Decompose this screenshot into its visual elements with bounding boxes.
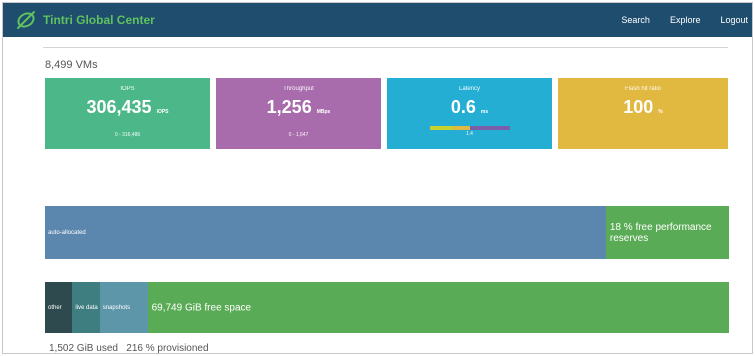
free-space-segment[interactable]: 69,749 GiB free space (147, 282, 729, 333)
free-space-label: 69,749 GiB free space (151, 302, 252, 313)
auto-allocated-label: auto-allocated (48, 229, 86, 236)
throughput-number: 1,256 (266, 97, 312, 117)
snapshots-label: snapshots (102, 304, 131, 311)
live-data-segment[interactable]: live data (72, 282, 100, 333)
used-space-text: 1,502 GiB used (49, 343, 118, 354)
provisioned-text: 216 % provisioned (126, 343, 209, 354)
nav-explore-link[interactable]: Explore (670, 15, 701, 25)
throughput-label: Throughput (283, 86, 314, 92)
flash-hit-ratio-unit: % (658, 109, 663, 115)
latency-number: 0.6 (450, 97, 476, 117)
tintri-logo-icon (17, 11, 35, 29)
latency-gauge-low (429, 126, 454, 130)
flash-hit-ratio-number: 100 (623, 97, 654, 117)
throughput-card[interactable]: Throughput 1,256 MBps 0 - 1,647 (216, 78, 381, 149)
free-performance-reserves-label: 18 % free performance reserves (609, 221, 712, 244)
iops-range: 0 - 316,486 (114, 132, 141, 138)
iops-card[interactable]: IOPS 306,435 IOPS 0 - 316,486 (45, 78, 210, 149)
space-summary: 1,502 GiB used 216 % provisioned (49, 343, 209, 354)
free-performance-reserves-segment[interactable]: 18 % free performance reserves (605, 206, 729, 259)
latency-gauge-bar (429, 126, 510, 130)
logo[interactable]: Tintri Global Center (15, 9, 155, 31)
latency-value: 0.6 ms (387, 96, 552, 123)
throughput-value: 1,256 MBps (216, 96, 381, 123)
latency-sub-value: 1.4 (466, 131, 473, 137)
space-usage-bar: other live data snapshots 69,749 GiB fre… (45, 282, 729, 333)
app-window: Tintri Global Center Search Explore Logo… (2, 2, 753, 354)
latency-unit: ms (480, 109, 489, 115)
snapshots-segment[interactable]: snapshots (99, 282, 148, 333)
flash-hit-ratio-value: 100 % (558, 96, 728, 123)
app-title: Tintri Global Center (43, 13, 155, 27)
iops-number: 306,435 (86, 97, 152, 117)
latency-card[interactable]: Latency 0.6 ms 1.4 (387, 78, 552, 149)
iops-label: IOPS (120, 86, 135, 92)
other-segment[interactable]: other (45, 282, 73, 333)
iops-value: 306,435 IOPS (45, 96, 210, 123)
throughput-range: 0 - 1,647 (288, 132, 309, 138)
latency-label: Latency (458, 86, 480, 92)
performance-reserves-bar: auto-allocated 18 % free performance res… (45, 206, 729, 259)
throughput-unit: MBps (316, 109, 331, 115)
nav-links: Search Explore Logout (601, 3, 748, 37)
other-label: other (48, 304, 62, 311)
latency-gauge-high (469, 126, 510, 130)
vm-count: 8,499 VMs (45, 59, 98, 71)
live-data-label: live data (75, 304, 98, 311)
nav-search-link[interactable]: Search (621, 15, 650, 25)
header-divider (43, 47, 728, 48)
nav-logout-link[interactable]: Logout (720, 15, 748, 25)
flash-hit-ratio-card[interactable]: Flash hit ratio 100 % (558, 78, 728, 149)
iops-unit: IOPS (156, 109, 169, 115)
auto-allocated-segment[interactable]: auto-allocated (45, 206, 606, 259)
top-navigation-bar: Tintri Global Center Search Explore Logo… (3, 3, 752, 37)
latency-gauge-mid (453, 126, 470, 130)
flash-hit-ratio-label: Flash hit ratio (624, 86, 661, 92)
